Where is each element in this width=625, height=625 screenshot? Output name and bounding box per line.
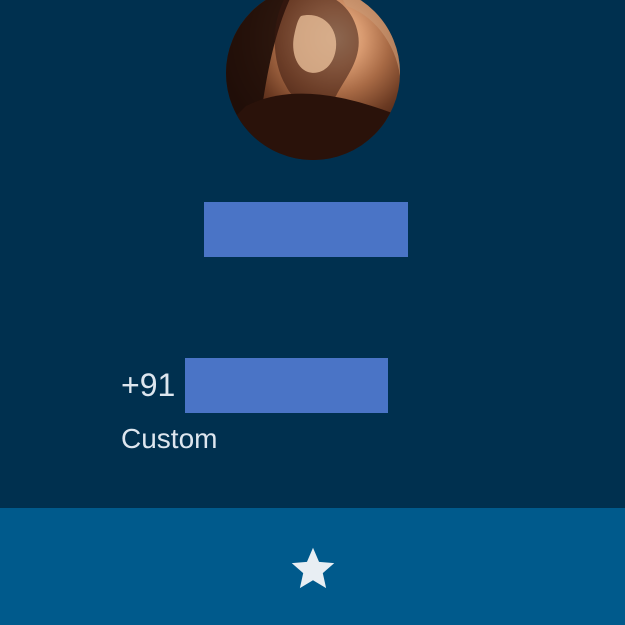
contact-card-screen: +91 Custom <box>0 0 625 625</box>
contact-avatar <box>226 0 400 160</box>
favorite-button[interactable] <box>283 539 343 599</box>
bottom-action-bar <box>0 508 625 625</box>
star-icon <box>291 547 334 588</box>
phone-prefix: +91 <box>121 367 176 403</box>
phone-number-redaction <box>185 358 389 413</box>
contact-name-redaction <box>204 202 408 257</box>
avatar-photo <box>226 0 400 160</box>
phone-type-label: Custom <box>121 423 218 454</box>
phone-number-row[interactable]: +91 <box>121 358 389 413</box>
